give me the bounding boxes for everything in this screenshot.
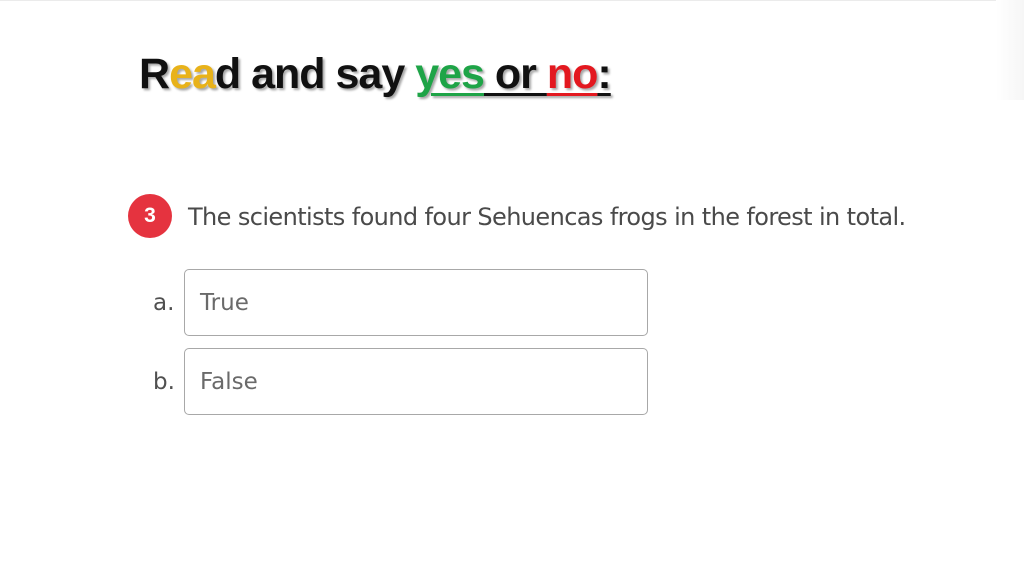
slide-edge-shadow [996,0,1024,100]
title-highlight-ea: ea [169,50,216,98]
title-word-no: no [546,50,599,98]
top-border [0,0,1024,1]
question-number-badge: 3 [128,194,172,238]
option-b-letter: b. [153,369,175,395]
option-a-letter: a. [153,290,175,316]
option-false-label: False [200,368,258,395]
title-colon: : [597,50,611,98]
option-true-button[interactable]: True [184,269,648,336]
slide-title: Read and say yes or no: [139,48,612,100]
title-word-or: or [483,50,547,98]
option-true-label: True [200,289,249,316]
option-false-button[interactable]: False [184,348,648,415]
title-middle-text: d and say [214,50,416,98]
title-word-yes: yes [415,50,485,98]
question-text: The scientists found four Sehuencas frog… [188,203,906,231]
title-letter-r: R [139,50,170,98]
